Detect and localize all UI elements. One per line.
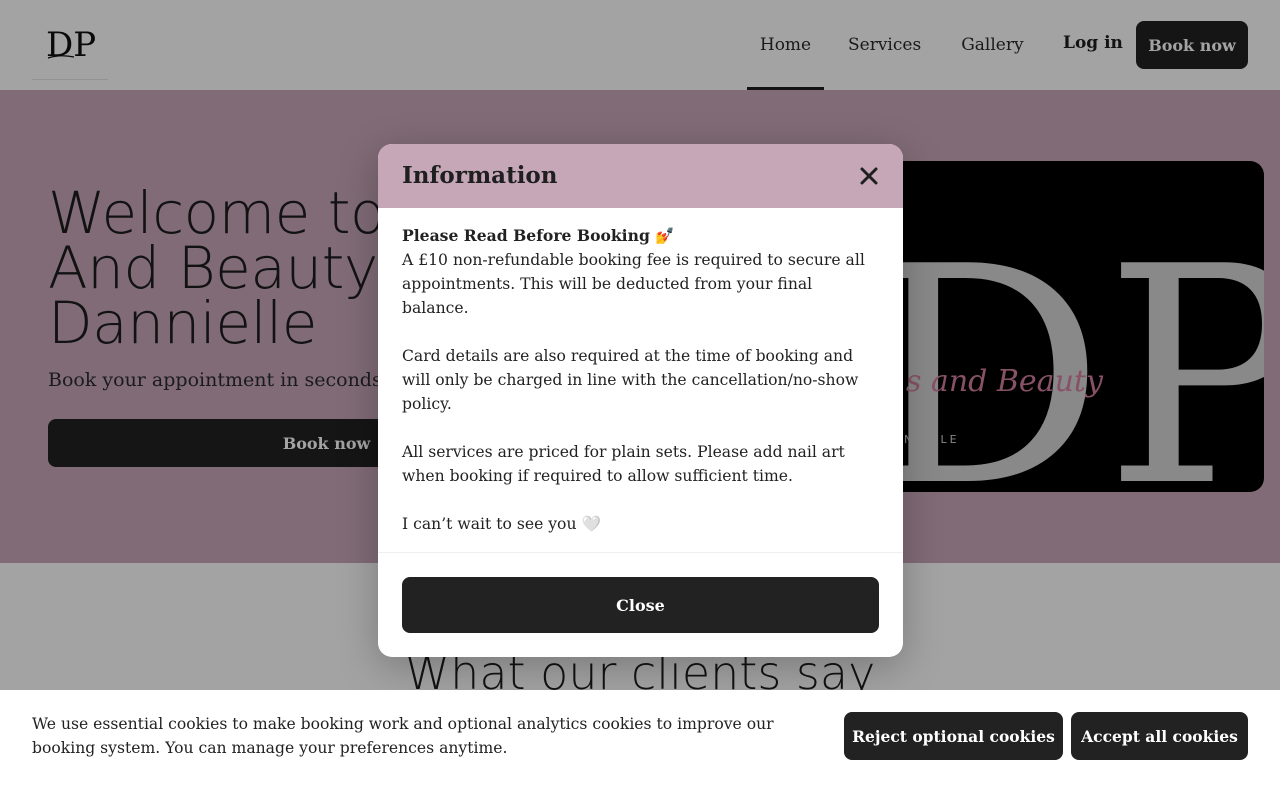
cookie-banner: We use essential cookies to make booking… <box>0 690 1280 800</box>
information-modal: Information Please Read Before Booking 💅… <box>378 144 903 657</box>
modal-paragraph: I can’t wait to see you 🤍 <box>402 515 601 533</box>
close-icon <box>860 167 878 185</box>
modal-paragraph: Card details are also required at the ti… <box>402 347 859 413</box>
modal-body: Please Read Before Booking 💅 A £10 non-r… <box>378 208 903 553</box>
modal-footer: Close <box>378 553 903 657</box>
modal-body-heading: Please Read Before Booking 💅 <box>402 226 675 245</box>
cookie-text: We use essential cookies to make booking… <box>32 715 774 757</box>
reject-cookies-button[interactable]: Reject optional cookies <box>844 712 1063 760</box>
modal-close-button[interactable]: Close <box>402 577 879 633</box>
modal-paragraph: Please Read Before Booking 💅 A £10 non-r… <box>402 224 879 320</box>
accept-cookies-button[interactable]: Accept all cookies <box>1071 712 1248 760</box>
modal-close-x-button[interactable] <box>857 164 881 188</box>
modal-header: Information <box>378 144 903 208</box>
modal-paragraph-text: A £10 non-refundable booking fee is requ… <box>402 251 865 317</box>
modal-paragraph: All services are priced for plain sets. … <box>402 443 845 485</box>
modal-title: Information <box>402 162 558 189</box>
